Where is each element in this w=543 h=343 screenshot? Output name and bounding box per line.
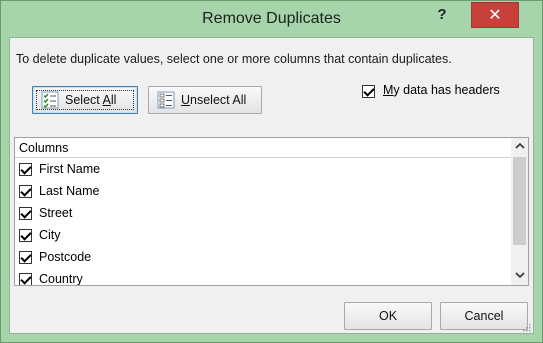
column-label: First Name <box>39 162 101 176</box>
list-item[interactable]: Country <box>15 269 511 286</box>
title-bar[interactable]: Remove Duplicates ? ✕ <box>1 1 542 37</box>
ok-button[interactable]: OK <box>344 302 432 330</box>
column-label: Last Name <box>39 184 100 198</box>
select-all-icon <box>41 91 59 109</box>
close-icon: ✕ <box>488 7 502 24</box>
column-checkbox[interactable] <box>19 229 32 242</box>
list-item[interactable]: First Name <box>15 159 511 181</box>
dialog-title: Remove Duplicates <box>202 10 341 27</box>
columns-list-header: Columns <box>15 138 511 158</box>
resize-grip-icon[interactable] <box>521 321 531 332</box>
list-item[interactable]: Last Name <box>15 181 511 203</box>
column-checkbox[interactable] <box>19 207 32 220</box>
help-button[interactable]: ? <box>429 3 455 27</box>
column-checkbox[interactable] <box>19 251 32 264</box>
unselect-all-icon <box>157 91 175 109</box>
cancel-button[interactable]: Cancel <box>440 302 528 330</box>
list-item[interactable]: Postcode <box>15 247 511 269</box>
dialog-window: Remove Duplicates ? ✕ To delete duplicat… <box>0 0 543 343</box>
column-checkbox[interactable] <box>19 163 32 176</box>
column-label: Postcode <box>39 250 92 264</box>
my-data-has-headers-checkbox[interactable] <box>362 85 375 98</box>
column-checkbox[interactable] <box>19 273 32 285</box>
my-data-has-headers-label[interactable]: My data has headers <box>383 83 500 97</box>
close-button[interactable]: ✕ <box>471 2 519 28</box>
scrollbar-thumb[interactable] <box>513 157 526 245</box>
list-item[interactable]: City <box>15 225 511 247</box>
list-item[interactable]: Street <box>15 203 511 225</box>
column-checkbox[interactable] <box>19 185 32 198</box>
column-label: City <box>39 228 61 242</box>
instruction-text: To delete duplicate values, select one o… <box>16 52 452 66</box>
column-label: Street <box>39 206 73 220</box>
vertical-scrollbar[interactable] <box>511 138 528 285</box>
dialog-body: To delete duplicate values, select one o… <box>9 37 534 334</box>
column-label: Country <box>39 272 83 286</box>
columns-list[interactable]: Columns First Name Last Name Street City… <box>14 137 529 286</box>
chevron-down-icon[interactable] <box>511 268 528 285</box>
unselect-all-button[interactable]: Unselect All <box>148 86 262 114</box>
select-all-button[interactable]: Select All <box>32 86 138 114</box>
unselect-all-label: Unselect All <box>181 93 247 107</box>
chevron-up-icon[interactable] <box>511 138 528 155</box>
